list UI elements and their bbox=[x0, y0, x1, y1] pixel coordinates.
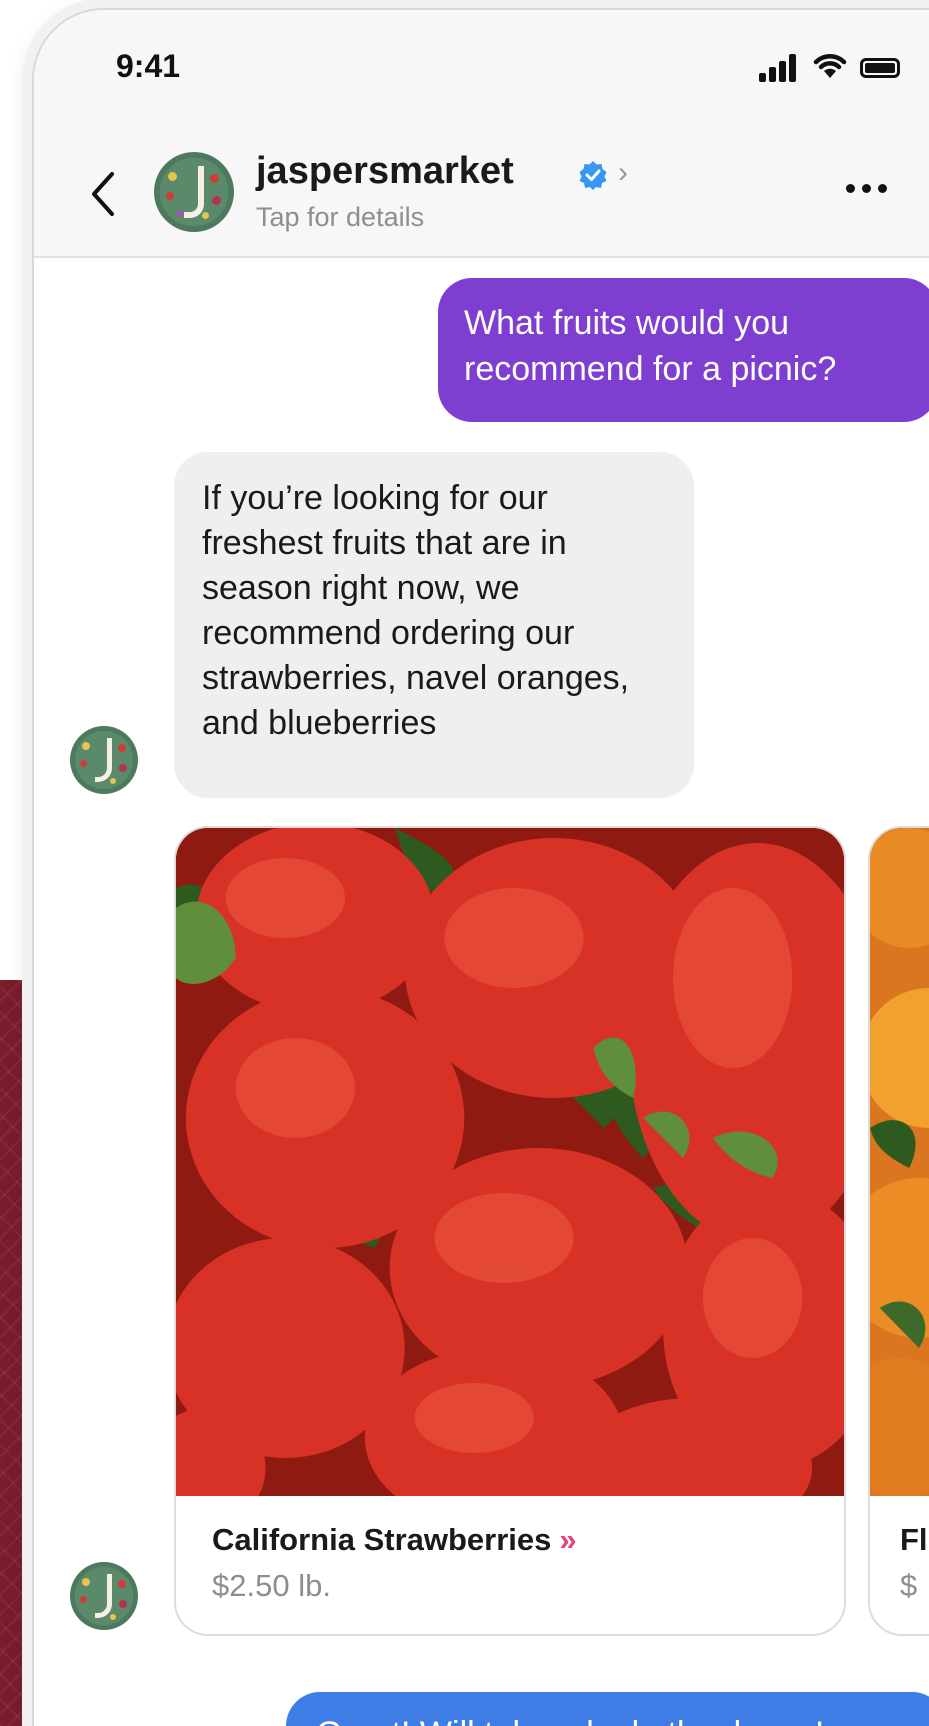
status-time: 9:41 bbox=[116, 48, 181, 84]
product-title[interactable]: Fl bbox=[900, 1522, 928, 1558]
product-price: $2.50 lb. bbox=[212, 1568, 331, 1603]
more-horizontal-icon[interactable] bbox=[844, 176, 892, 200]
battery-icon bbox=[860, 58, 900, 78]
avatar[interactable] bbox=[154, 152, 234, 232]
chat-header: jaspersmarket › Tap for details bbox=[34, 130, 929, 258]
product-title[interactable]: California Strawberries» bbox=[212, 1522, 577, 1558]
verified-badge-icon bbox=[579, 161, 607, 190]
chevron-left-icon[interactable] bbox=[82, 166, 122, 222]
double-chevron-icon: » bbox=[559, 1522, 577, 1557]
product-image bbox=[176, 828, 844, 1496]
avatar[interactable] bbox=[70, 726, 138, 794]
chat-subtitle[interactable]: Tap for details bbox=[256, 202, 424, 233]
chat-username[interactable]: jaspersmarket bbox=[256, 150, 514, 193]
signal-icon bbox=[759, 54, 801, 82]
message-outgoing: Great! Will take a look, thank you! bbox=[286, 1692, 929, 1726]
product-title-text[interactable]: California Strawberries bbox=[212, 1522, 551, 1557]
chevron-right-icon: › bbox=[618, 156, 628, 189]
product-image bbox=[870, 828, 929, 1496]
avatar[interactable] bbox=[70, 1562, 138, 1630]
product-price: $ bbox=[900, 1568, 918, 1603]
product-card[interactable]: Fl $ bbox=[868, 826, 929, 1636]
message-outgoing: What fruits would you recommend for a pi… bbox=[438, 278, 929, 422]
message-incoming: If you’re looking for our freshest fruit… bbox=[174, 452, 694, 798]
product-card[interactable]: California Strawberries» $2.50 lb. bbox=[174, 826, 846, 1636]
wifi-icon bbox=[813, 54, 847, 78]
phone-frame: 9:41 jaspersmarket › Tap for details Wha… bbox=[32, 8, 929, 1726]
status-bar: 9:41 bbox=[34, 10, 929, 130]
